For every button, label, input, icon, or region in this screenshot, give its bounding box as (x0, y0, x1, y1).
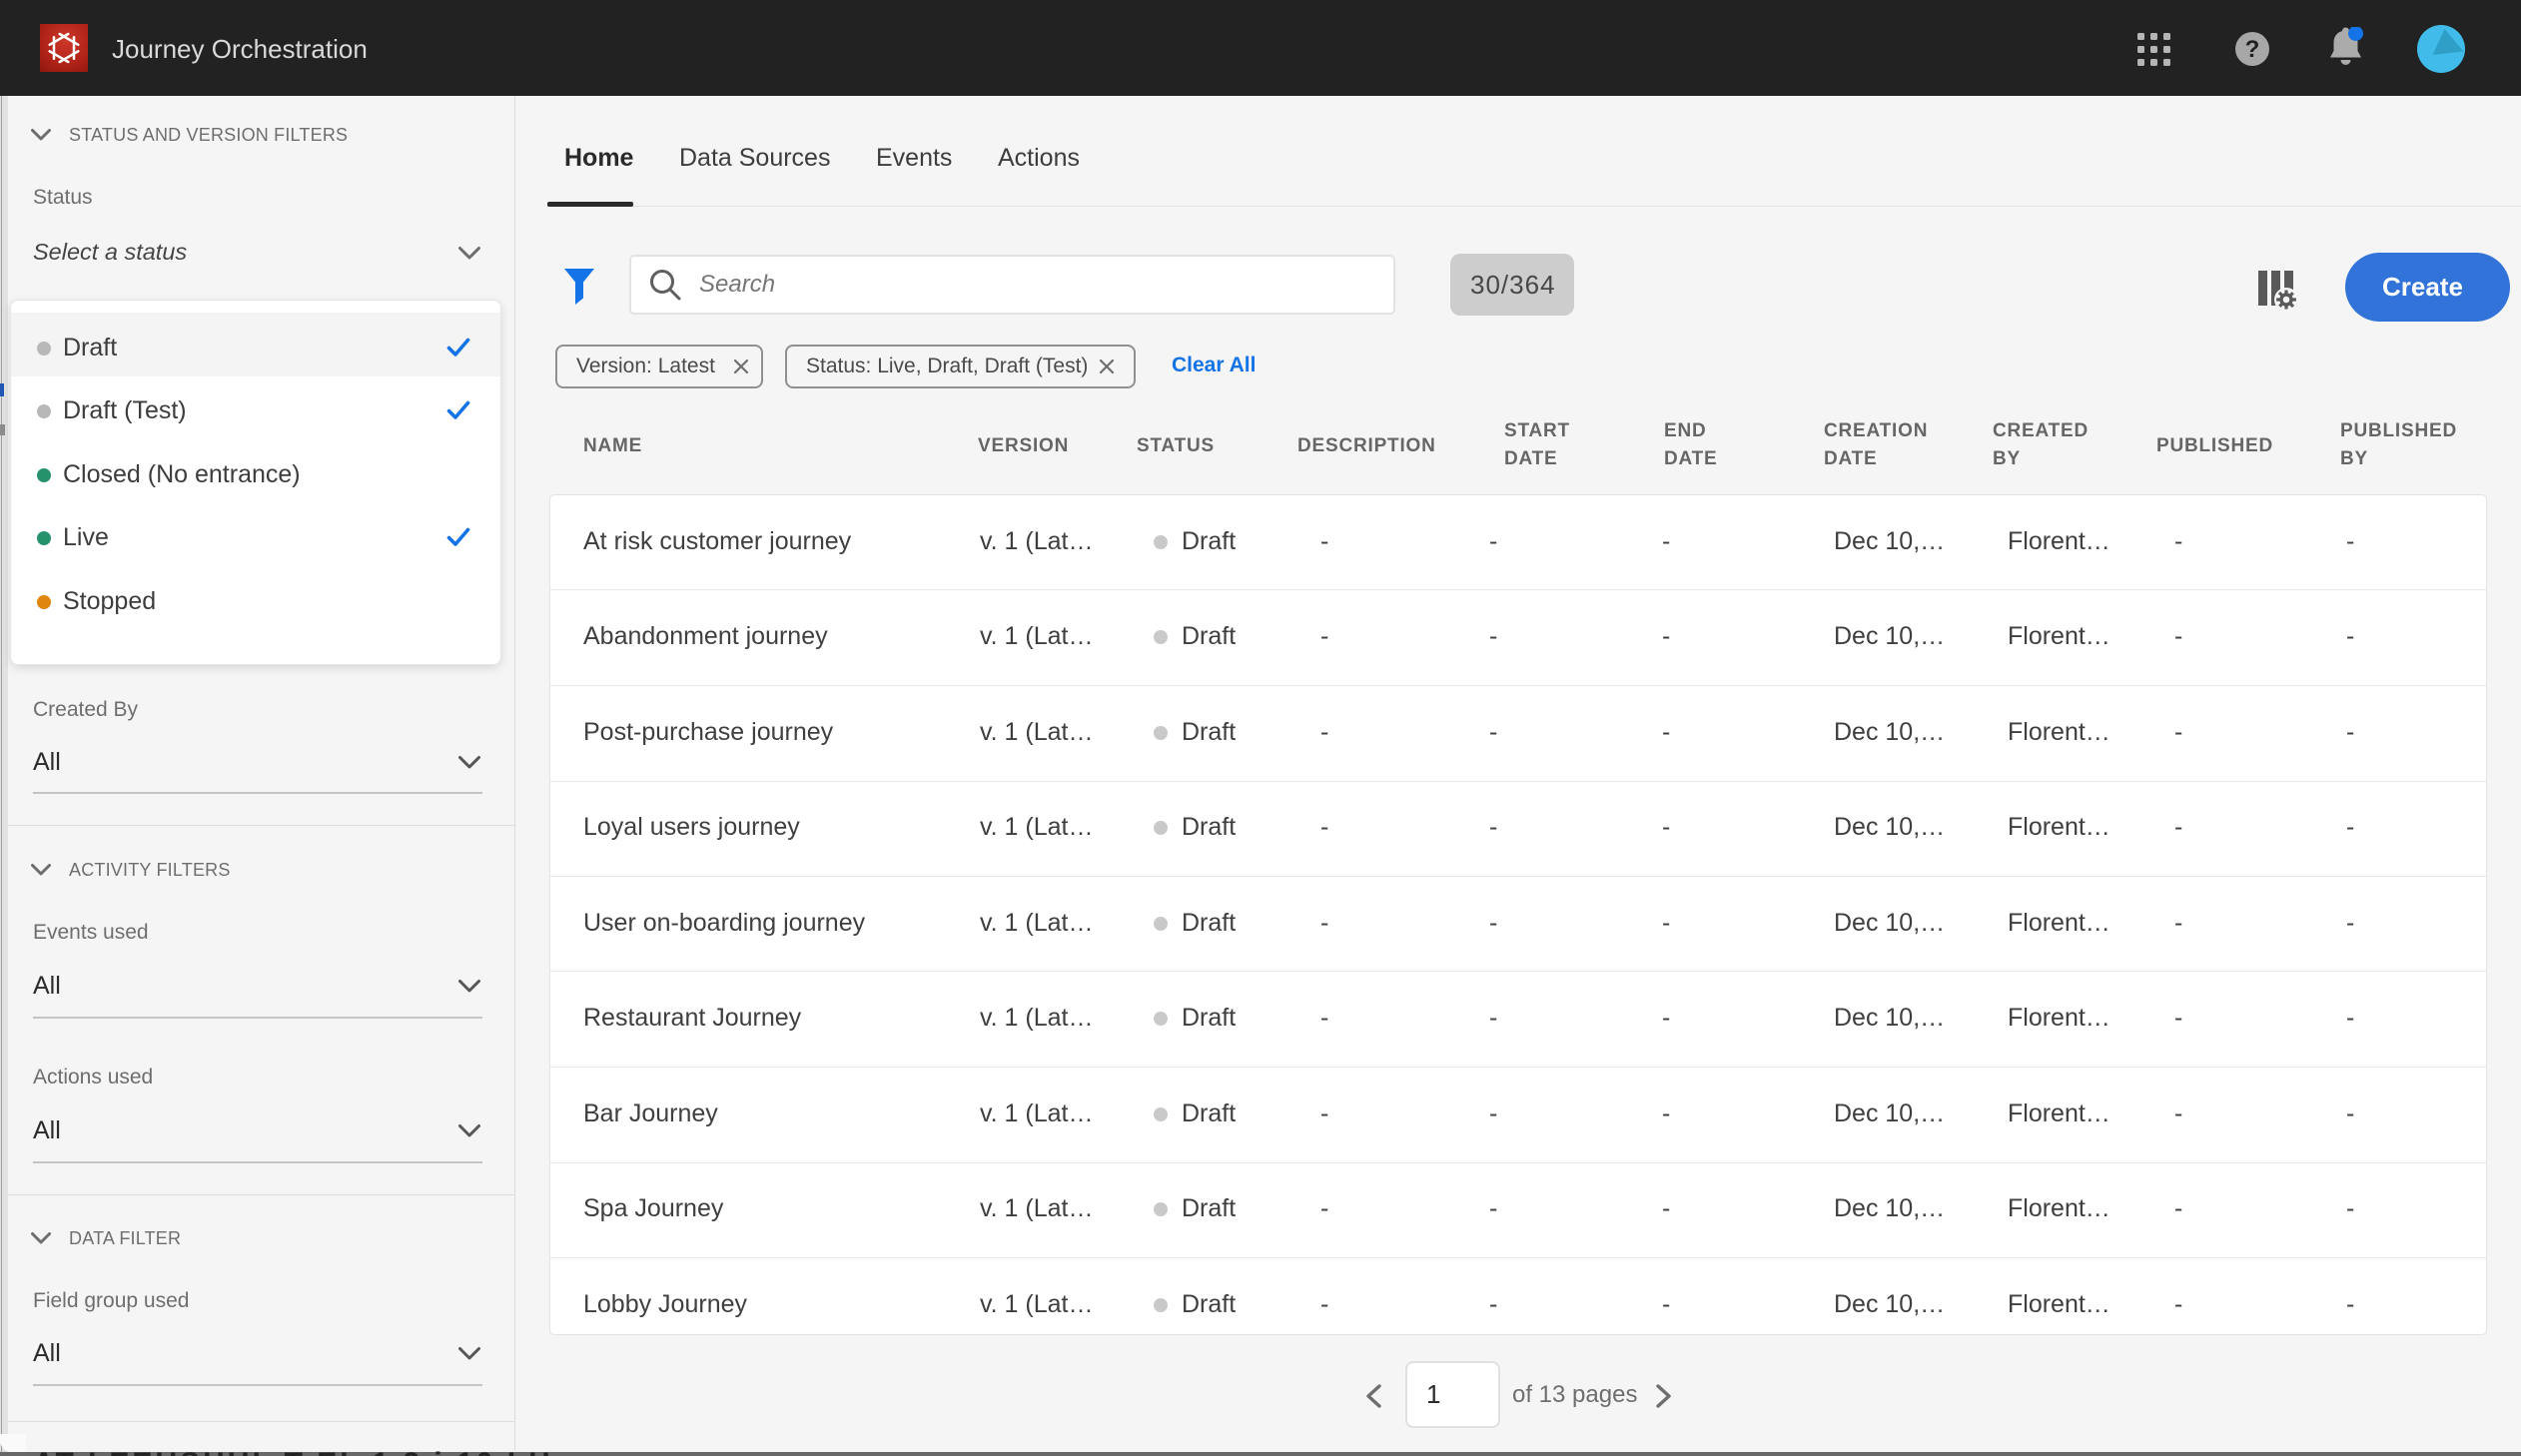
svg-text:?: ? (2245, 36, 2260, 63)
